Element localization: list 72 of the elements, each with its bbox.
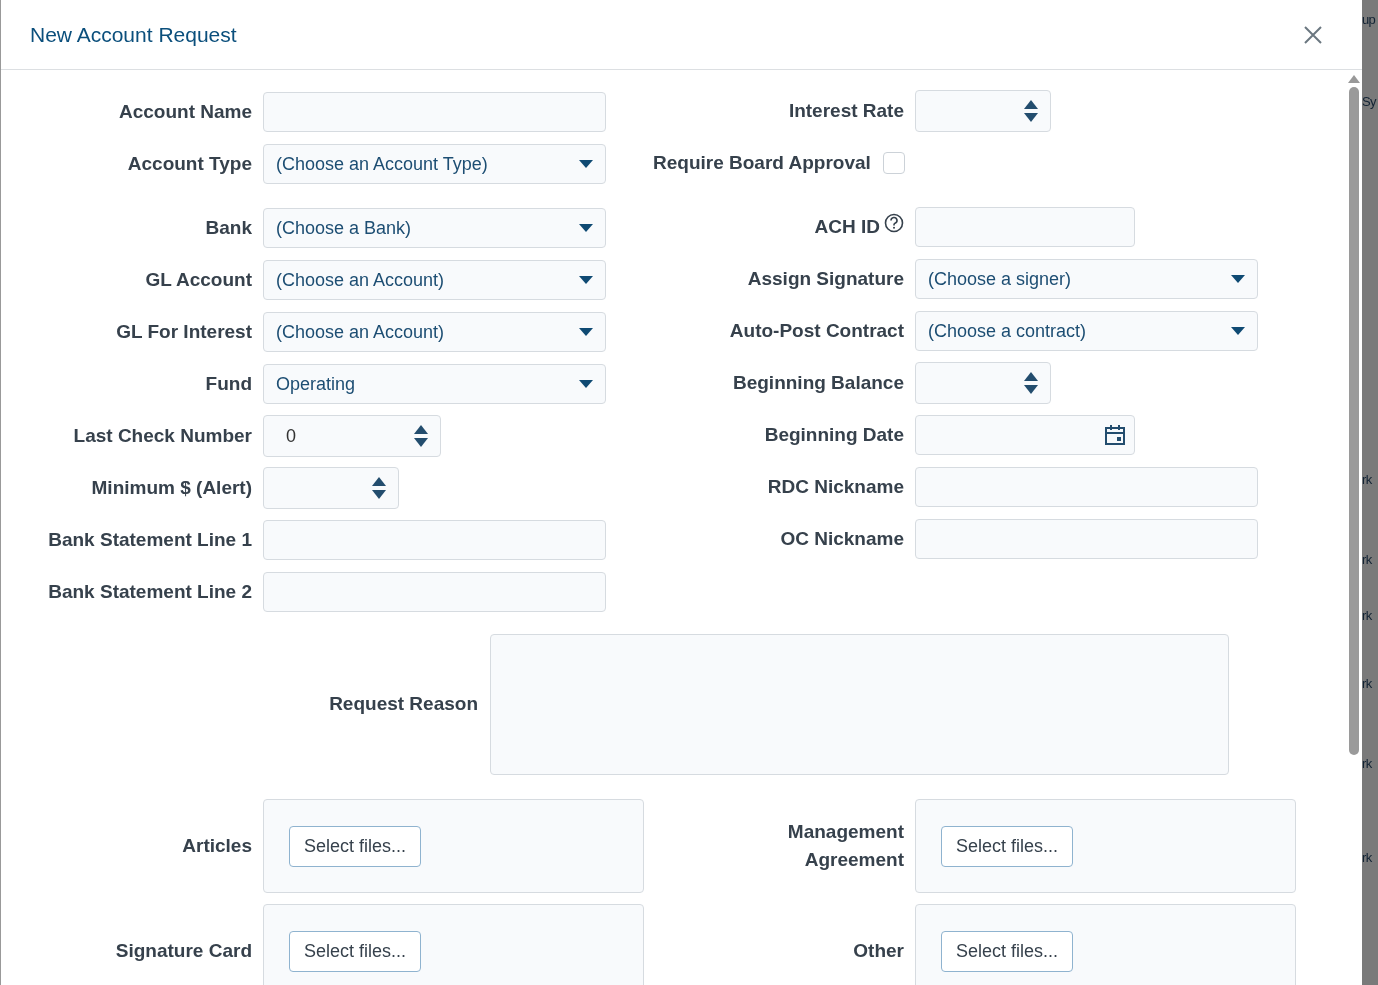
select-files-button[interactable]: Select files... [941, 825, 1074, 867]
field-label: Bank [205, 215, 252, 240]
dropdown-field[interactable]: (Choose a contract) [915, 311, 1258, 351]
caret-icon [579, 276, 593, 284]
field-label: Minimum $ (Alert) [91, 475, 252, 500]
spinner-arrows-icon [372, 477, 386, 499]
caret-icon [579, 224, 593, 232]
field-label: GL For Interest [116, 319, 252, 344]
caret-icon [1231, 275, 1245, 283]
background-text: rk [1362, 675, 1372, 693]
text-field[interactable] [915, 207, 1135, 247]
checkbox[interactable] [882, 152, 905, 174]
number-field[interactable] [915, 90, 1051, 132]
close-icon[interactable] [1303, 24, 1323, 45]
field-label: Request Reason [329, 692, 478, 717]
field-label: Beginning Date [764, 422, 904, 447]
caret-icon [1231, 327, 1245, 335]
text-field[interactable] [915, 519, 1258, 559]
spinner-arrows-icon [414, 425, 428, 447]
text-field[interactable] [915, 467, 1258, 507]
dropdown-field[interactable]: Operating [263, 364, 606, 404]
select-files-button[interactable]: Select files... [289, 930, 422, 972]
text-field[interactable] [263, 520, 606, 560]
background-text: up [1362, 11, 1376, 29]
background-text: rk [1362, 607, 1372, 625]
field-label: Articles [182, 834, 252, 858]
number-field[interactable] [263, 467, 399, 509]
spinner-arrows-icon [1024, 372, 1038, 394]
spinner-arrows-icon [1024, 100, 1038, 122]
dropdown-field[interactable]: (Choose a signer) [915, 259, 1258, 299]
textarea-field[interactable] [490, 634, 1229, 775]
field-label: Require Board Approval [653, 150, 871, 175]
dropdown-field[interactable]: (Choose an Account Type) [263, 144, 606, 184]
help-icon[interactable] [884, 213, 904, 233]
background-text: rk [1362, 471, 1372, 489]
field-label: Assign Signature [747, 266, 904, 291]
field-label: Account Name [118, 99, 252, 124]
field-label: Interest Rate [788, 98, 904, 123]
dialog-title: New Account Request [30, 21, 237, 48]
caret-icon [579, 160, 593, 168]
caret-icon [579, 380, 593, 388]
calendar-icon [1104, 424, 1126, 446]
background-text: rk [1362, 551, 1372, 569]
field-label: ACH ID [814, 214, 880, 239]
field-label: Other [853, 939, 904, 963]
dropdown-field[interactable]: (Choose a Bank) [263, 208, 606, 248]
dropdown-field[interactable]: (Choose an Account) [263, 260, 606, 300]
field-label: Beginning Balance [732, 370, 904, 395]
field-label: Auto-Post Contract [729, 318, 904, 343]
background-text: Sy [1362, 93, 1376, 111]
field-label: Account Type [127, 151, 252, 176]
field-label: Bank Statement Line 2 [48, 579, 252, 604]
text-field[interactable] [263, 572, 606, 612]
number-field[interactable]: 0 [263, 415, 441, 457]
field-label: GL Account [145, 267, 252, 292]
field-label: RDC Nickname [767, 474, 904, 499]
field-label: Last Check Number [73, 423, 252, 448]
text-field[interactable] [263, 92, 606, 132]
select-files-button[interactable]: Select files... [941, 930, 1074, 972]
date-field[interactable] [915, 415, 1135, 455]
field-label: Management Agreement [786, 820, 904, 872]
select-files-button[interactable]: Select files... [289, 825, 422, 867]
field-label: Fund [205, 371, 252, 396]
background-text: rk [1362, 849, 1372, 867]
field-label: OC Nickname [780, 526, 904, 551]
caret-icon [579, 328, 593, 336]
dropdown-field[interactable]: (Choose an Account) [263, 312, 606, 352]
background-text: rk [1362, 755, 1372, 773]
number-field[interactable] [915, 362, 1051, 404]
field-label: Signature Card [115, 939, 252, 963]
field-label: Bank Statement Line 1 [48, 527, 252, 552]
scroll-up-arrow-icon[interactable] [1348, 75, 1360, 83]
